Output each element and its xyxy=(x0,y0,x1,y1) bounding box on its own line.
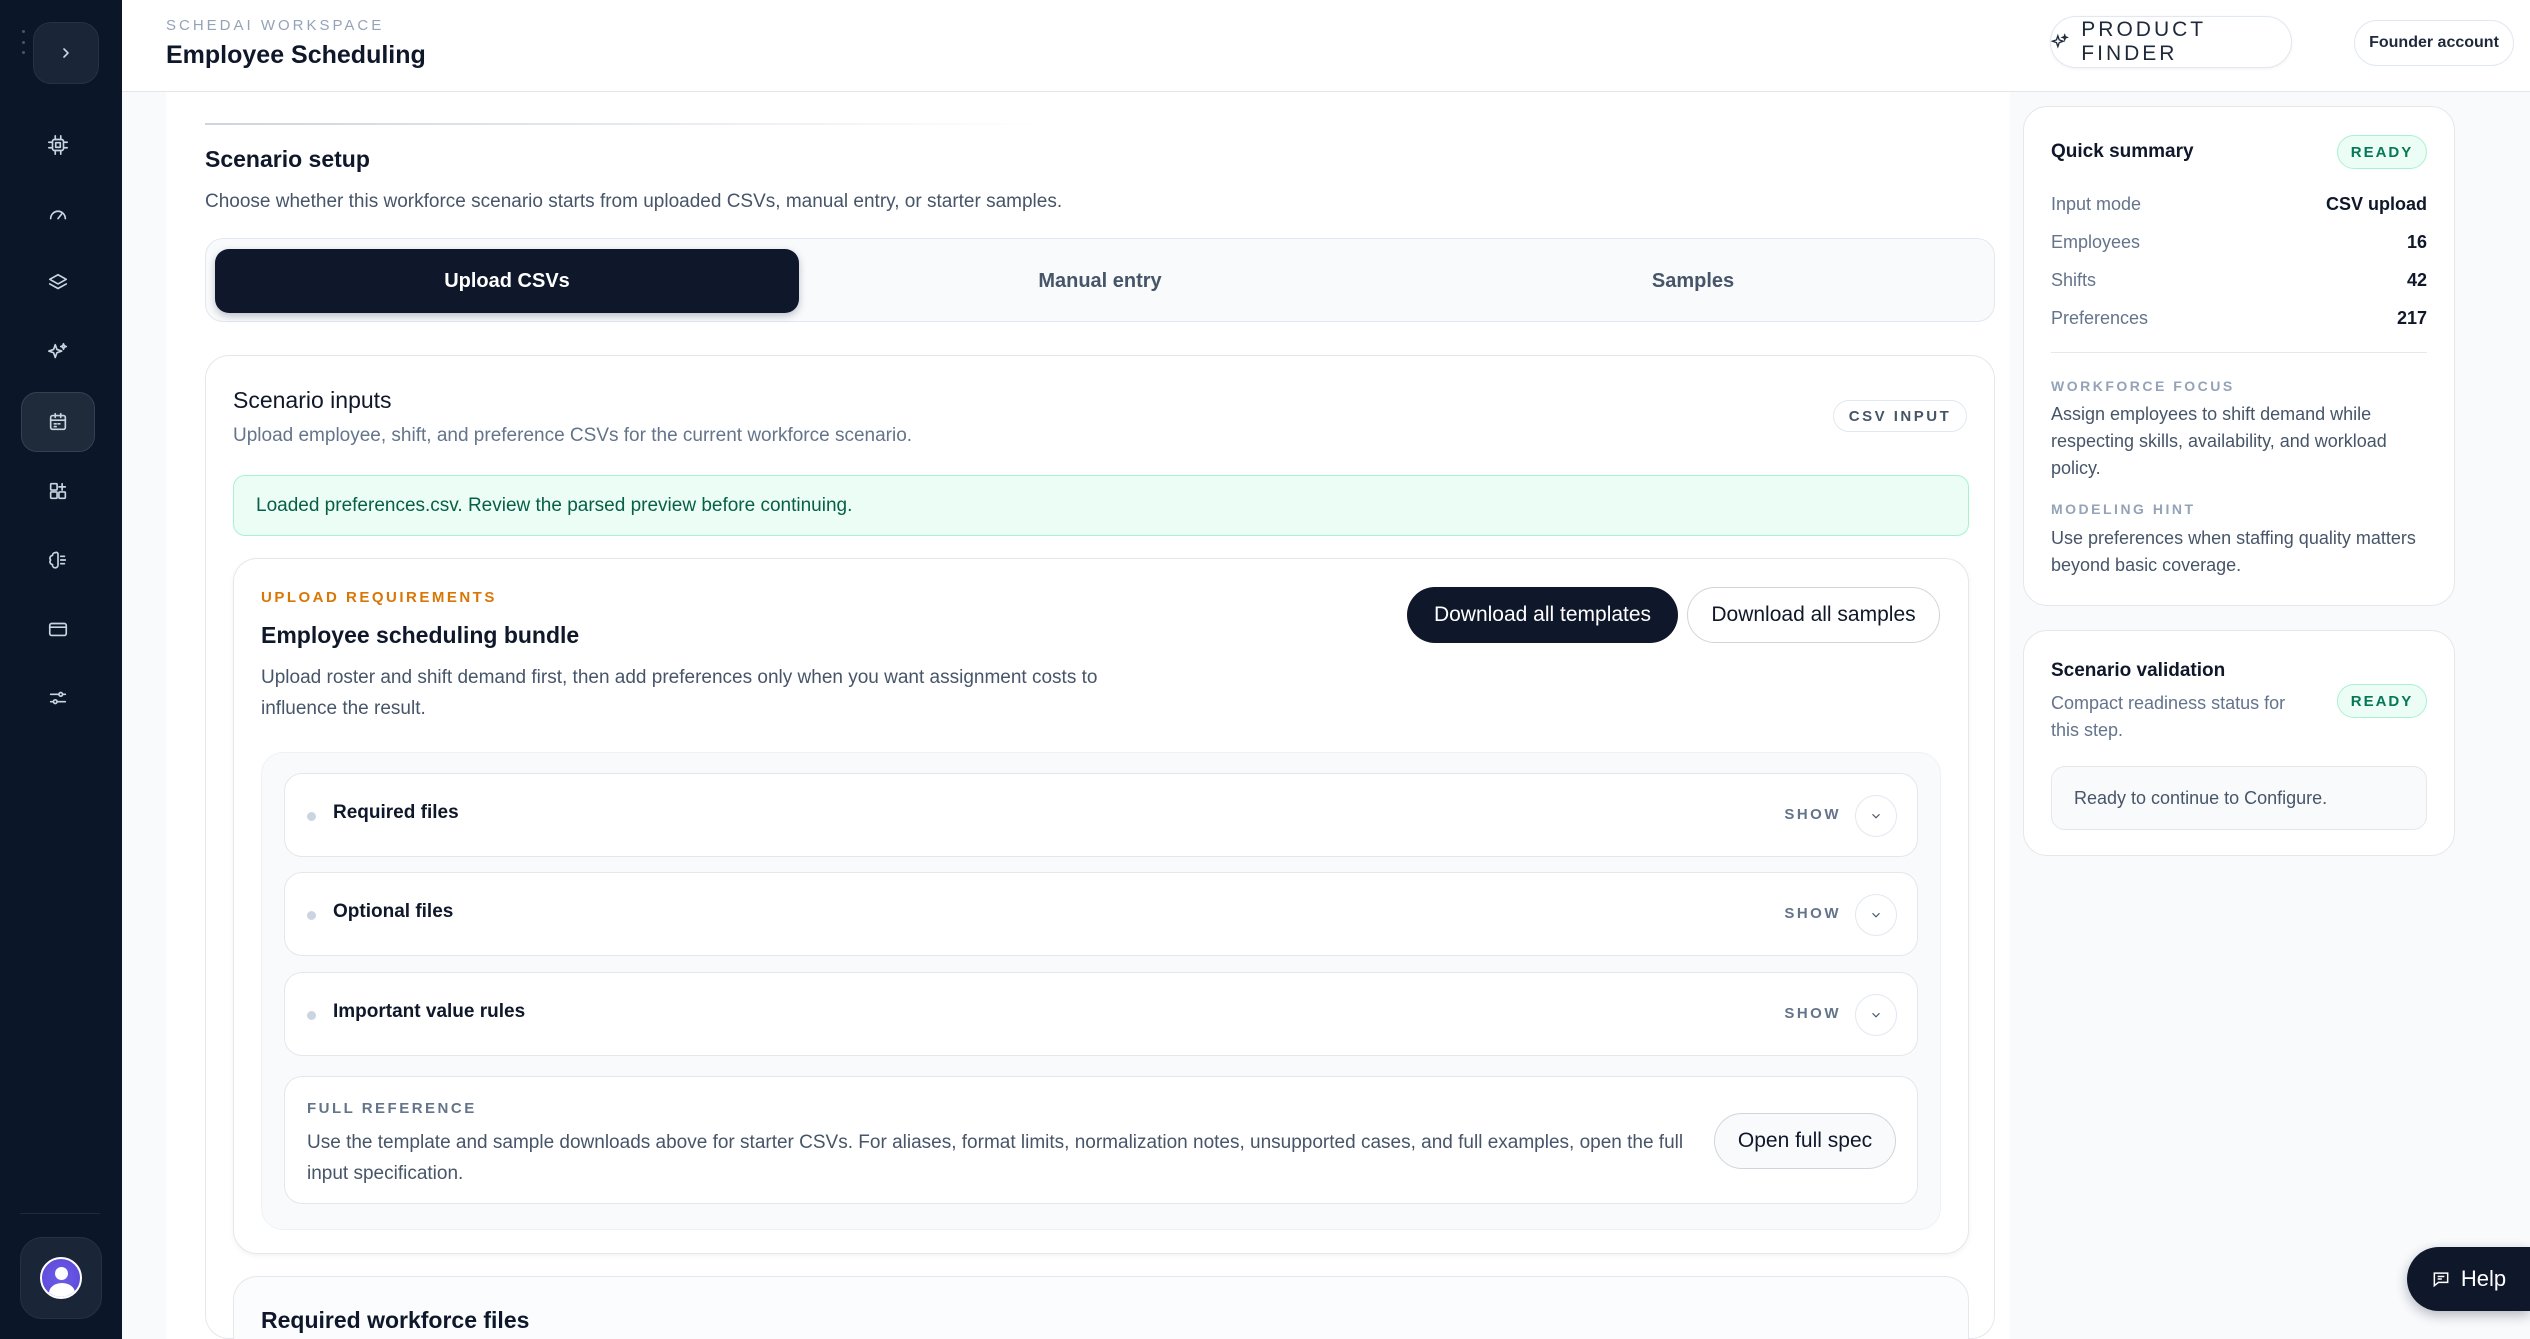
summary-value: 16 xyxy=(2406,232,2427,252)
summary-key: Input mode xyxy=(2051,194,2142,214)
sidebar-item-billing[interactable] xyxy=(21,599,95,659)
summary-row: Shifts 42 xyxy=(2051,270,2427,291)
chat-icon xyxy=(2433,1272,2449,1288)
accordion-show-label[interactable]: SHOW xyxy=(1784,1005,1841,1022)
credit-card-icon xyxy=(48,622,68,637)
help-button[interactable]: Help xyxy=(2407,1247,2530,1311)
input-mode-tabs: Upload CSVs Manual entry Samples xyxy=(205,238,1995,322)
summary-row: Preferences 217 xyxy=(2051,308,2427,329)
chevron-right-icon xyxy=(63,48,69,58)
summary-key: Employees xyxy=(2051,232,2141,252)
chevron-down-icon xyxy=(1872,813,1880,819)
chevron-down-icon xyxy=(1872,912,1880,918)
accordion-label: Important value rules xyxy=(333,1001,526,1022)
accordion-label: Required files xyxy=(333,802,459,823)
page-title: Employee Scheduling xyxy=(166,41,426,69)
quick-summary-title: Quick summary xyxy=(2051,141,2194,162)
upload-success-alert: Loaded preferences.csv. Review the parse… xyxy=(233,475,1969,536)
sidebar xyxy=(0,0,122,1339)
account-button[interactable]: Founder account xyxy=(2354,20,2514,66)
scenario-setup-description: Choose whether this workforce scenario s… xyxy=(205,191,1063,212)
scenario-setup-title: Scenario setup xyxy=(205,146,370,172)
summary-value: 42 xyxy=(2406,270,2427,290)
avatar xyxy=(40,1257,82,1299)
user-menu-button[interactable] xyxy=(20,1237,102,1319)
summary-value: CSV upload xyxy=(2325,194,2427,214)
workspace-label: SCHEDAI WORKSPACE xyxy=(166,17,385,34)
accordion-show-label[interactable]: SHOW xyxy=(1784,905,1841,922)
help-label: Help xyxy=(2460,1266,2507,1291)
sidebar-item-intelligence[interactable] xyxy=(21,530,95,590)
scenario-validation-description: Compact readiness status for this step. xyxy=(2051,693,2286,740)
status-badge: READY xyxy=(2337,684,2427,718)
full-reference-label: FULL REFERENCE xyxy=(307,1100,477,1117)
accordion-optional-files[interactable]: Optional files SHOW xyxy=(284,872,1918,956)
workforce-focus-text: Assign employees to shift demand while r… xyxy=(2051,404,2387,478)
section-divider xyxy=(205,123,1045,125)
sidebar-drag-handle[interactable] xyxy=(22,30,26,54)
summary-value: 217 xyxy=(2396,308,2427,328)
status-dot xyxy=(307,1011,316,1020)
sidebar-divider xyxy=(20,1213,100,1214)
bundle-description: Upload roster and shift demand first, th… xyxy=(261,667,1098,719)
cpu-icon xyxy=(48,135,68,155)
calendar-icon xyxy=(49,412,67,431)
tab-samples[interactable]: Samples xyxy=(1401,249,1985,313)
top-header: SCHEDAI WORKSPACE Employee Scheduling PR… xyxy=(122,0,2530,92)
accordion-value-rules[interactable]: Important value rules SHOW xyxy=(284,972,1918,1056)
gauge-icon xyxy=(49,210,67,220)
expand-button[interactable] xyxy=(1855,795,1897,837)
summary-divider xyxy=(2051,352,2427,353)
expand-button[interactable] xyxy=(1855,994,1897,1036)
scenario-inputs-title: Scenario inputs xyxy=(233,387,392,413)
summary-row: Employees 16 xyxy=(2051,232,2427,253)
csv-input-badge: CSV INPUT xyxy=(1833,400,1967,432)
status-dot xyxy=(307,812,316,821)
sidebar-item-settings[interactable] xyxy=(21,668,95,728)
sidebar-item-gauge[interactable] xyxy=(21,184,95,244)
download-templates-button[interactable]: Download all templates xyxy=(1407,587,1678,643)
workforce-focus-label: WORKFORCE FOCUS xyxy=(2051,378,2235,394)
modeling-hint-text: Use preferences when staffing quality ma… xyxy=(2051,528,2416,575)
summary-key: Preferences xyxy=(2051,308,2149,328)
tab-upload-csvs[interactable]: Upload CSVs xyxy=(215,249,799,313)
summary-key: Shifts xyxy=(2051,270,2097,290)
sidebar-item-scheduling[interactable] xyxy=(21,392,95,452)
full-reference-description: Use the template and sample downloads ab… xyxy=(307,1132,1684,1184)
sliders-icon xyxy=(49,691,67,705)
product-finder-button[interactable]: PRODUCT FINDER xyxy=(2050,16,2292,68)
product-finder-label: PRODUCT FINDER xyxy=(2081,18,2206,65)
status-badge: READY xyxy=(2337,135,2427,169)
open-full-spec-button[interactable]: Open full spec xyxy=(1714,1113,1896,1169)
accordion-show-label[interactable]: SHOW xyxy=(1784,806,1841,823)
chevron-down-icon xyxy=(1872,1012,1880,1018)
tab-manual-entry[interactable]: Manual entry xyxy=(808,249,1392,313)
required-workforce-files-title: Required workforce files xyxy=(261,1307,530,1333)
scenario-validation-title: Scenario validation xyxy=(2051,660,2226,681)
modeling-hint-label: MODELING HINT xyxy=(2051,501,2196,517)
sidebar-item-layers[interactable] xyxy=(21,253,95,313)
sidebar-toggle-button[interactable] xyxy=(33,22,99,84)
brain-icon xyxy=(49,551,67,569)
sidebar-item-cpu[interactable] xyxy=(21,115,95,175)
full-reference-box: FULL REFERENCE Use the template and samp… xyxy=(284,1076,1918,1204)
sparkles-icon xyxy=(48,342,68,359)
expand-button[interactable] xyxy=(1855,894,1897,936)
layers-icon xyxy=(48,273,68,290)
bundle-title: Employee scheduling bundle xyxy=(261,622,580,648)
sidebar-item-modules[interactable] xyxy=(21,461,95,521)
accordion-label: Optional files xyxy=(333,901,454,922)
grid-plus-icon xyxy=(49,482,67,500)
sparkles-icon xyxy=(2051,33,2070,49)
validation-status-box: Ready to continue to Configure. xyxy=(2051,766,2427,830)
scenario-inputs-description: Upload employee, shift, and preference C… xyxy=(233,425,913,446)
status-dot xyxy=(307,911,316,920)
upload-requirements-label: UPLOAD REQUIREMENTS xyxy=(261,589,497,606)
sidebar-item-sparkles[interactable] xyxy=(21,322,95,382)
accordion-required-files[interactable]: Required files SHOW xyxy=(284,773,1918,857)
summary-row: Input mode CSV upload xyxy=(2051,194,2427,215)
download-samples-button[interactable]: Download all samples xyxy=(1687,587,1940,643)
